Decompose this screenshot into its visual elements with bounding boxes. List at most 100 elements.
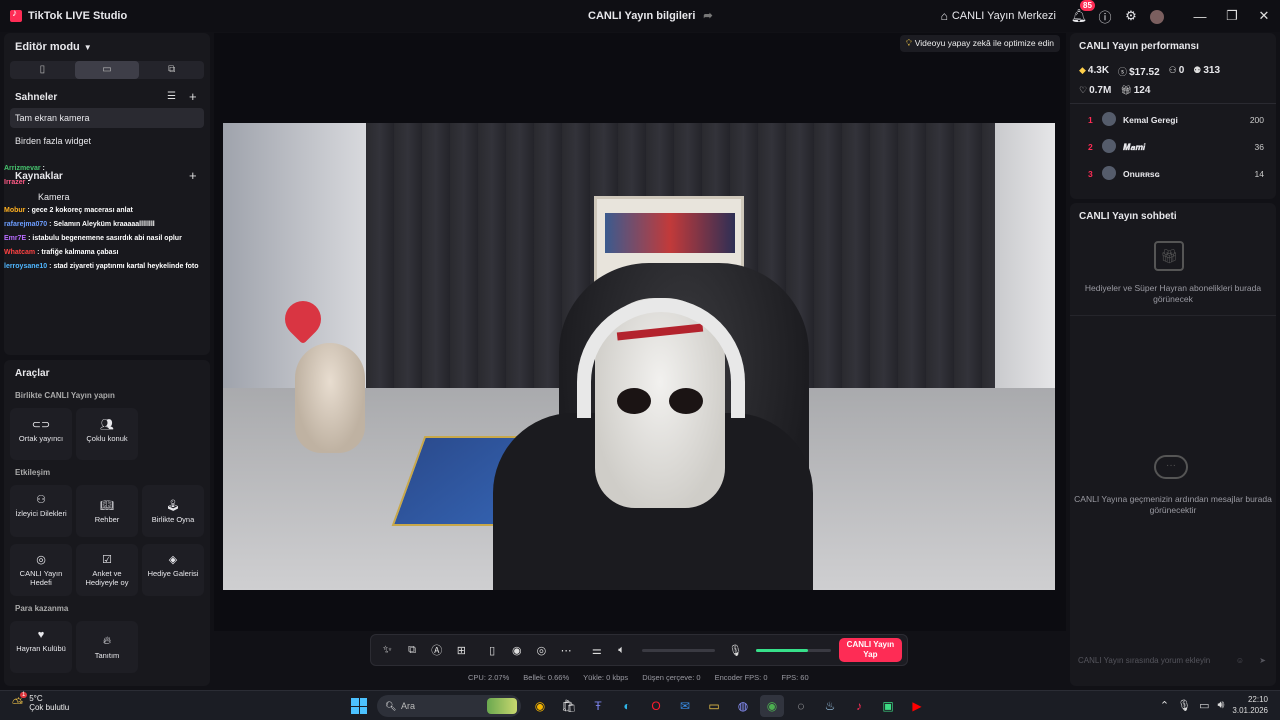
memory-stat: Bellek: 0.66% bbox=[523, 673, 570, 682]
encoder-fps-stat: Encoder FPS: 0 bbox=[714, 673, 768, 682]
clock[interactable]: 22:10 3.01.2026 bbox=[1232, 694, 1268, 716]
cloudy-sun-icon: ⛅︎ 1 bbox=[12, 691, 28, 711]
collab-group-label: Birlikte CANLI Yayın yapın bbox=[15, 391, 115, 400]
multi-guest-button[interactable]: 👥︎ Çoklu konuk bbox=[76, 408, 138, 460]
gifter-rank-row[interactable]: 3 Onuʀʀsɢ 14 bbox=[1070, 161, 1276, 187]
live-goal-button[interactable]: ◎ CANLI Yayın Hedefi bbox=[10, 544, 72, 596]
volume-slider[interactable] bbox=[641, 648, 715, 652]
chrome-icon[interactable]: ◉ bbox=[528, 695, 552, 717]
windows-start-icon[interactable] bbox=[351, 698, 367, 714]
scene-item[interactable]: Tam ekran kamera bbox=[10, 108, 204, 128]
ai-optimize-tip[interactable]: 💡︎ Videoyu yapay zekâ ile optimize edin bbox=[899, 35, 1060, 52]
poll-button[interactable]: ☑ Anket ve Hediyeyle oy bbox=[76, 544, 138, 596]
dual-orientation-icon[interactable]: ⧉ bbox=[139, 61, 204, 79]
scene-list-icon[interactable]: ☰ bbox=[167, 91, 176, 102]
chat-input[interactable]: CANLI Yayın sırasında yorum ekleyin ☺ ➤ bbox=[1078, 651, 1268, 671]
followers-metric: ⚉ 313 bbox=[1193, 65, 1220, 78]
gifter-rank-row[interactable]: 1 Kemal Geregi 200 bbox=[1070, 107, 1276, 133]
teams-icon[interactable]: Ŧ bbox=[586, 695, 610, 717]
tiktok-logo-icon bbox=[10, 8, 22, 22]
gift-gallery-label: Hediye Galerisi bbox=[147, 569, 199, 578]
microphone-icon[interactable]: 🎙︎ bbox=[723, 644, 748, 657]
preview-stage: 💡︎ Videoyu yapay zekâ ile optimize edin bbox=[214, 33, 1066, 631]
avatar[interactable] bbox=[1144, 8, 1170, 24]
minimize-button[interactable]: — bbox=[1184, 9, 1216, 24]
go-live-button[interactable]: CANLI Yayın Yap bbox=[838, 638, 902, 662]
link-icon: ⊂⊃ bbox=[31, 419, 51, 431]
promote-button[interactable]: 🔥︎ Tanıtım bbox=[76, 621, 138, 673]
mixer-icon[interactable]: ⚌ bbox=[585, 644, 610, 657]
messaging-app-icon[interactable]: ▣ bbox=[876, 695, 900, 717]
taskbar-search[interactable]: 🔍︎ Ara bbox=[377, 695, 521, 717]
opera-icon[interactable]: O bbox=[644, 695, 668, 717]
gallery-icon: ◈ bbox=[168, 554, 178, 566]
co-host-button[interactable]: ⊂⊃ Ortak yayıncı bbox=[10, 408, 72, 460]
gift-gallery-button[interactable]: ◈ Hediye Galerisi bbox=[142, 544, 204, 596]
chevron-up-icon[interactable]: ⌃ bbox=[1160, 699, 1169, 712]
scene-item[interactable]: Birden fazla widget bbox=[10, 131, 204, 151]
tiktok-icon[interactable]: ♪ bbox=[847, 695, 871, 717]
maximize-button[interactable]: ❐ bbox=[1216, 8, 1248, 24]
gifter-name: Onuʀʀsɢ bbox=[1123, 169, 1160, 179]
diamond-icon: ◆ bbox=[1079, 65, 1086, 75]
fan-club-button[interactable]: ♥ Hayran Kulübü bbox=[10, 621, 72, 673]
weather-widget[interactable]: ⛅︎ 1 5°C Çok bulutlu bbox=[12, 691, 69, 712]
live-info-button[interactable]: CANLI Yayın bilgileri ➦ bbox=[588, 9, 713, 23]
editor-mode-dropdown[interactable]: Editör modu ▼ bbox=[15, 41, 92, 53]
help-icon[interactable]: ⓘ bbox=[1092, 7, 1118, 26]
search-icon: 🔍︎ bbox=[385, 701, 397, 711]
chat-title: CANLI Yayın sohbeti bbox=[1079, 211, 1177, 222]
file-explorer-icon[interactable]: ▭ bbox=[702, 695, 726, 717]
metrics-row-2: ♡ 0.7M 🎁︎ 124 bbox=[1079, 85, 1150, 96]
obs-icon[interactable]: ◌ bbox=[789, 695, 813, 717]
microphone-tray-icon[interactable]: 🎙︎ bbox=[1177, 699, 1191, 712]
title-bar: TikTok LIVE Studio CANLI Yayın bilgileri… bbox=[0, 0, 1280, 32]
notifications-bell-icon[interactable]: 🔔︎ 85 bbox=[1066, 0, 1095, 24]
mail-icon[interactable]: ✉ bbox=[673, 695, 697, 717]
chat-user: Emr7E bbox=[4, 235, 27, 242]
layout-icon[interactable]: ⊞ bbox=[449, 644, 474, 657]
portrait-orientation-icon[interactable]: ▯ bbox=[10, 61, 75, 79]
magic-wand-icon[interactable]: ✨︎ bbox=[375, 644, 400, 657]
network-icon[interactable]: ▭ bbox=[1199, 699, 1209, 712]
store-icon[interactable]: 🛍︎ bbox=[557, 695, 581, 717]
close-button[interactable]: ✕ bbox=[1248, 8, 1280, 24]
requests-icon: ⚇ bbox=[36, 494, 46, 506]
divider bbox=[1070, 103, 1276, 104]
rank-position: 1 bbox=[1088, 115, 1093, 125]
date: 3.01.2026 bbox=[1232, 706, 1268, 715]
share-icon[interactable]: ➦ bbox=[703, 9, 712, 22]
edge-icon[interactable]: ◐ bbox=[615, 695, 639, 717]
screenshot-icon[interactable]: ◎ bbox=[529, 644, 554, 657]
speaker-icon[interactable]: 🔈︎ bbox=[609, 644, 634, 657]
camera-preview[interactable] bbox=[223, 123, 1055, 590]
settings-gear-icon[interactable]: ⚙ bbox=[1118, 8, 1144, 24]
record-icon[interactable]: ◉ bbox=[504, 644, 529, 657]
ai-icon[interactable]: Ⓐ bbox=[424, 642, 449, 658]
joystick-icon: 🕹︎ bbox=[166, 500, 180, 512]
discord-icon[interactable]: ◍ bbox=[731, 695, 755, 717]
guide-button[interactable]: 📖︎ Rehber bbox=[76, 485, 138, 537]
mic-slider[interactable] bbox=[755, 648, 831, 652]
youtube-icon[interactable]: ▶ bbox=[905, 695, 929, 717]
landscape-orientation-icon[interactable]: ▭ bbox=[74, 61, 140, 79]
likes-metric: ♡ 0.7M bbox=[1079, 85, 1111, 96]
add-scene-button[interactable]: + bbox=[189, 89, 197, 104]
gifter-rank-row[interactable]: 2 𝑴𝒂𝒎𝒊 36 bbox=[1070, 134, 1276, 160]
gifter-name: 𝑴𝒂𝒎𝒊 bbox=[1123, 142, 1146, 152]
overlay-chat-line: Whatcam : trafiğe kalmama çabası bbox=[4, 249, 119, 256]
send-icon[interactable]: ➤ bbox=[1259, 651, 1266, 671]
emoji-icon[interactable]: ☺ bbox=[1236, 651, 1244, 671]
volume-tray-icon[interactable]: 🔊︎ bbox=[1217, 699, 1224, 712]
viewer-requests-button[interactable]: ⚇ İzleyici Dilekleri bbox=[10, 485, 72, 537]
live-center-button[interactable]: ⌂ CANLI Yayın Merkezi bbox=[941, 9, 1056, 23]
dropped-frames-stat: Düşen çerçeve: 0 bbox=[642, 673, 701, 682]
phone-icon[interactable]: ▯ bbox=[480, 644, 505, 657]
chrome-active-icon[interactable]: ◉ bbox=[760, 695, 784, 717]
effects-icon[interactable]: ⧉ bbox=[400, 644, 425, 657]
steam-icon[interactable]: ♨ bbox=[818, 695, 842, 717]
more-icon[interactable]: ⋯ bbox=[554, 644, 579, 657]
tools-title: Araçlar bbox=[15, 368, 50, 379]
play-together-button[interactable]: 🕹︎ Birlikte Oyna bbox=[142, 485, 204, 537]
performance-stats: CPU: 2.07% Bellek: 0.66% Yükle: 0 kbps D… bbox=[468, 673, 809, 682]
